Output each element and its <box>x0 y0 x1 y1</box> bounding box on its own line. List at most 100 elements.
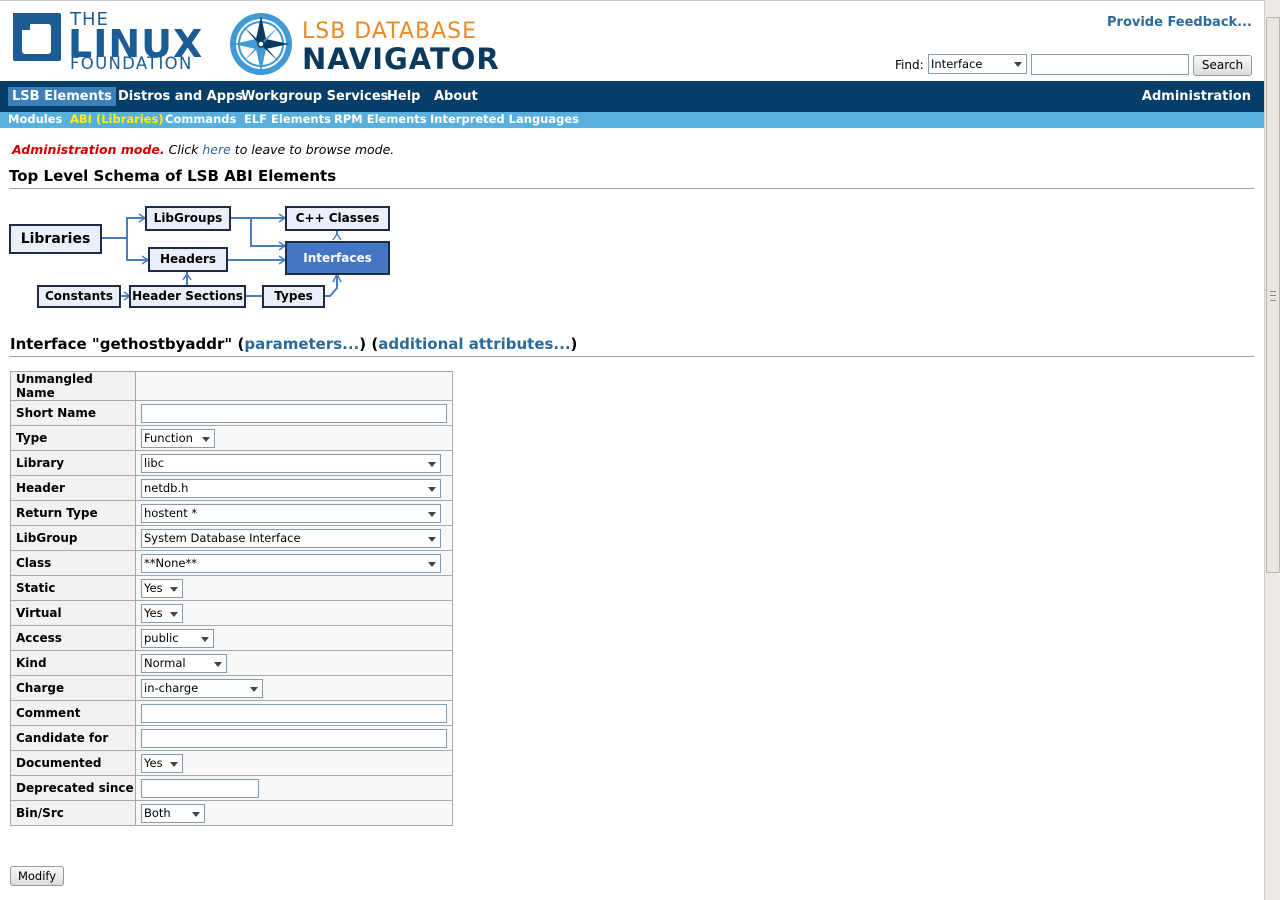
parameters-link[interactable]: parameters... <box>244 335 359 353</box>
subnav-modules[interactable]: Modules <box>8 112 62 127</box>
comment-input[interactable] <box>141 703 447 723</box>
access-select[interactable]: public <box>141 628 214 648</box>
modify-button[interactable]: Modify <box>10 866 64 886</box>
label-comment: Comment <box>10 700 136 726</box>
nav-about[interactable]: About <box>434 87 478 106</box>
label-deprecated-since: Deprecated since <box>10 775 136 801</box>
vertical-scrollbar[interactable] <box>1264 0 1280 900</box>
chevron-down-icon <box>1014 62 1022 67</box>
nav-distros-and-apps[interactable]: Distros and Apps <box>118 87 243 106</box>
documented-select-value: Yes <box>144 755 163 770</box>
kind-select[interactable]: Normal <box>141 653 227 673</box>
find-label: Find: <box>895 58 924 72</box>
admin-mode-label: Administration mode. <box>12 142 165 157</box>
chevron-down-icon <box>428 486 436 492</box>
subnav-commands[interactable]: Commands <box>165 112 236 127</box>
schema-box-libraries[interactable]: Libraries <box>9 224 102 254</box>
label-static: Static <box>10 575 136 601</box>
libgroup-select-value: System Database Interface <box>144 530 301 545</box>
chevron-down-icon <box>201 636 209 642</box>
schema-box-header-sections[interactable]: Header Sections <box>129 285 246 308</box>
return-type-select-value: hostent * <box>144 505 198 520</box>
form-row-return-type: Return Type hostent * <box>10 500 453 526</box>
charge-select-value: in-charge <box>144 680 199 695</box>
schema-box-headers[interactable]: Headers <box>148 247 228 272</box>
schema-box-cpp-classes[interactable]: C++ Classes <box>285 206 390 231</box>
deprecated-since-input[interactable] <box>141 778 259 798</box>
form-row-virtual: Virtual Yes <box>10 600 453 626</box>
static-select[interactable]: Yes <box>141 578 183 598</box>
linux-foundation-logo[interactable]: THE LINUX FOUNDATION <box>13 11 205 73</box>
type-select[interactable]: Function <box>141 428 215 448</box>
schema-box-interfaces[interactable]: Interfaces <box>285 241 390 275</box>
logo-lsb-database-text: LSB DATABASE <box>302 19 477 44</box>
form-row-deprecated: Deprecated since <box>10 775 453 801</box>
subnav-abi-libraries[interactable]: ABI (Libraries) <box>70 112 164 127</box>
admin-mode-notice: Administration mode. Click here to leave… <box>12 142 394 157</box>
subnav-elf-elements[interactable]: ELF Elements <box>244 112 331 127</box>
chevron-down-icon <box>170 586 178 592</box>
provide-feedback-link[interactable]: Provide Feedback... <box>1107 15 1252 30</box>
label-virtual: Virtual <box>10 600 136 626</box>
secondary-nav: Modules ABI (Libraries) Commands ELF Ele… <box>0 112 1264 128</box>
chevron-down-icon <box>250 686 258 692</box>
return-type-select[interactable]: hostent * <box>141 503 441 523</box>
libgroup-select[interactable]: System Database Interface <box>141 528 441 548</box>
schema-box-types[interactable]: Types <box>262 285 325 308</box>
kind-select-value: Normal <box>144 655 186 670</box>
bin-src-select[interactable]: Both <box>141 803 205 823</box>
header-select[interactable]: netdb.h <box>141 478 441 498</box>
charge-select[interactable]: in-charge <box>141 678 263 698</box>
chevron-down-icon <box>428 561 436 567</box>
subnav-interpreted-languages[interactable]: Interpreted Languages <box>430 112 579 127</box>
scrollbar-thumb[interactable] <box>1266 17 1280 573</box>
class-select[interactable]: **None** <box>141 553 441 573</box>
schema-box-libgroups[interactable]: LibGroups <box>145 206 231 231</box>
library-select-value: libc <box>144 455 165 470</box>
label-type: Type <box>10 425 136 451</box>
chevron-down-icon <box>192 811 200 817</box>
label-return-type: Return Type <box>10 500 136 526</box>
interface-heading: Interface "gethostbyaddr" (parameters...… <box>10 335 577 353</box>
nav-lsb-elements[interactable]: LSB Elements <box>8 87 116 106</box>
form-row-comment: Comment <box>10 700 453 726</box>
search-button[interactable]: Search <box>1193 55 1252 76</box>
nav-administration[interactable]: Administration <box>1142 87 1251 106</box>
find-search-input[interactable] <box>1031 54 1189 75</box>
form-row-header: Header netdb.h <box>10 475 453 501</box>
find-type-select[interactable]: Interface <box>928 54 1027 74</box>
additional-attributes-link[interactable]: additional attributes... <box>378 335 570 353</box>
interface-divider <box>9 356 1254 357</box>
linux-foundation-mark-icon <box>13 13 61 61</box>
interface-form: Unmangled Name Short Name Type Function … <box>10 371 453 826</box>
subnav-rpm-elements[interactable]: RPM Elements <box>334 112 427 127</box>
leave-admin-link[interactable]: here <box>202 142 230 157</box>
compass-icon <box>230 13 292 75</box>
form-row-class: Class **None** <box>10 550 453 576</box>
form-row-static: Static Yes <box>10 575 453 601</box>
find-type-value: Interface <box>931 57 983 71</box>
form-row-library: Library libc <box>10 450 453 476</box>
nav-help[interactable]: Help <box>387 87 420 106</box>
chevron-down-icon <box>428 511 436 517</box>
nav-workgroup-services[interactable]: Workgroup Services <box>241 87 388 106</box>
interface-title-mid: ) ( <box>359 335 379 353</box>
virtual-select[interactable]: Yes <box>141 603 183 623</box>
documented-select[interactable]: Yes <box>141 753 183 773</box>
library-select[interactable]: libc <box>141 453 441 473</box>
schema-diagram: Libraries LibGroups C++ Classes Headers … <box>9 201 399 313</box>
candidate-for-input[interactable] <box>141 728 447 748</box>
label-access: Access <box>10 625 136 651</box>
label-header: Header <box>10 475 136 501</box>
lsb-navigator-logo[interactable]: LSB DATABASE NAVIGATOR <box>228 10 499 78</box>
interface-title-pre: Interface "gethostbyaddr" ( <box>10 335 245 353</box>
label-candidate-for: Candidate for <box>10 725 136 751</box>
schema-box-constants[interactable]: Constants <box>37 285 121 308</box>
label-charge: Charge <box>10 675 136 701</box>
form-row-short-name: Short Name <box>10 400 453 426</box>
label-unmangled-name: Unmangled Name <box>10 371 136 401</box>
label-short-name: Short Name <box>10 400 136 426</box>
label-kind: Kind <box>10 650 136 676</box>
short-name-input[interactable] <box>141 403 447 423</box>
chevron-down-icon <box>428 536 436 542</box>
